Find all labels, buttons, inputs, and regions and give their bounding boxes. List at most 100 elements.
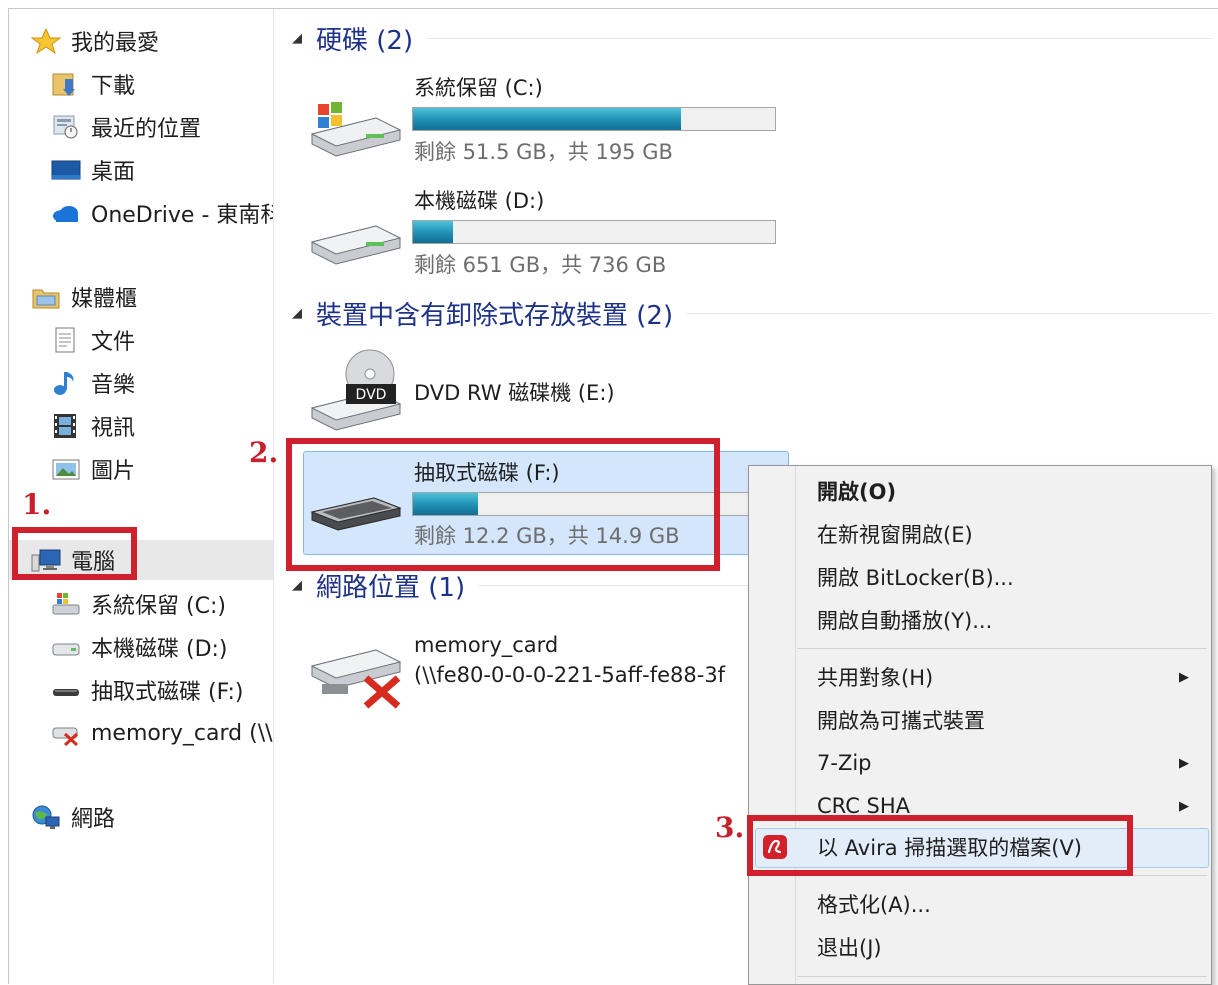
document-icon [51, 327, 81, 353]
disconnected-network-drive-icon [51, 720, 81, 747]
sidebar-item-drive-f[interactable]: 抽取式磁碟 (F:) [51, 672, 244, 708]
menu-item-label: 在新視窗開啟(E) [817, 523, 973, 547]
network-icon [31, 804, 61, 830]
submenu-arrow-icon: ▶ [1179, 669, 1189, 685]
sidebar-item-label: 抽取式磁碟 (F:) [91, 680, 244, 705]
windows-system-drive-icon [306, 100, 402, 164]
group-header-label: 硬碟 (2) [316, 25, 414, 56]
menu-item-label: 共用對象(H) [817, 666, 934, 690]
context-menu[interactable]: 開啟(O) 在新視窗開啟(E) 開啟 BitLocker(B)... 開啟自動播… [748, 465, 1212, 985]
collapse-triangle-icon[interactable]: ◢ [292, 306, 302, 321]
menu-item-label: 7-Zip [817, 751, 872, 775]
removable-drive-icon [51, 677, 81, 703]
sidebar-item-label: 最近的位置 [91, 117, 202, 142]
menu-separator [797, 648, 1207, 649]
sidebar-item-label: memory_card (\\fe80 [91, 720, 273, 746]
drive-d-name[interactable]: 本機磁碟 (D:) [414, 185, 544, 215]
system-drive-icon [51, 591, 81, 617]
drive-c-usage-fill [413, 108, 681, 130]
menu-item-eject[interactable]: 退出(J) [749, 927, 1211, 967]
drive-d-usage-bar [412, 220, 776, 244]
sidebar-favorites[interactable]: 我的最愛 [30, 23, 160, 59]
sidebar-item-documents[interactable]: 文件 [51, 322, 135, 358]
group-divider [687, 312, 1212, 314]
sidebar-item-onedrive[interactable]: OneDrive - 東南科 [51, 195, 274, 231]
dvd-logo-text: DVD [356, 387, 387, 403]
drive-d-usage-fill [413, 221, 453, 243]
menu-item-bitlocker[interactable]: 開啟 BitLocker(B)... [749, 557, 1211, 597]
group-header-removable[interactable]: ◢ 裝置中含有卸除式存放裝置 (2) [292, 293, 1212, 333]
collapse-triangle-icon[interactable]: ◢ [292, 31, 302, 46]
menu-item-open-new-window[interactable]: 在新視窗開啟(E) [749, 514, 1211, 554]
group-header-label: 裝置中含有卸除式存放裝置 (2) [316, 300, 674, 331]
drive-c-free-space: 剩餘 51.5 GB，共 195 GB [414, 140, 673, 164]
dvd-drive-icon: DVD [306, 346, 402, 440]
sidebar-item-desktop[interactable]: 桌面 [51, 152, 135, 188]
sidebar-network[interactable]: 網路 [31, 799, 115, 835]
sidebar-favorites-label: 我的最愛 [71, 31, 160, 56]
sidebar-item-recent[interactable]: 最近的位置 [51, 109, 201, 145]
sidebar-item-downloads[interactable]: 下載 [51, 66, 135, 102]
annotation-box-drive-f [286, 438, 720, 571]
music-note-icon [51, 370, 81, 396]
sidebar-item-memory-card[interactable]: memory_card (\\fe80 [51, 715, 273, 751]
sidebar-item-label: OneDrive - 東南科 [91, 203, 274, 228]
drive-d-free-space: 剩餘 651 GB，共 736 GB [414, 253, 667, 277]
sidebar-item-videos[interactable]: 視訊 [51, 408, 135, 444]
sidebar-item-label: 音樂 [91, 373, 136, 398]
annotation-step-2: 2. [249, 436, 279, 469]
sidebar-item-label: 本機磁碟 (D:) [91, 637, 228, 662]
drive-e-name[interactable]: DVD RW 磁碟機 (E:) [414, 377, 615, 407]
sidebar-item-drive-d[interactable]: 本機磁碟 (D:) [51, 629, 228, 665]
menu-item-open[interactable]: 開啟(O) [749, 471, 1211, 511]
picture-icon [51, 456, 81, 482]
film-strip-icon [51, 413, 81, 439]
recent-places-icon [51, 114, 81, 140]
sidebar-libraries-label: 媒體櫃 [71, 287, 138, 312]
sidebar-item-drive-c[interactable]: 系統保留 (C:) [51, 586, 226, 622]
desktop-icon [51, 157, 81, 183]
menu-item-label: 格式化(A)... [817, 893, 931, 917]
annotation-step-1: 1. [22, 488, 52, 521]
sidebar-item-pictures[interactable]: 圖片 [51, 451, 135, 487]
libraries-icon [31, 284, 61, 310]
drive-c-name[interactable]: 系統保留 (C:) [414, 72, 543, 102]
annotation-step-3: 3. [715, 811, 745, 844]
memory-card-path: (\\fe80-0-0-0-221-5aff-fe88-3f [414, 663, 726, 687]
sidebar-item-label: 文件 [91, 330, 136, 355]
sidebar-item-label: 系統保留 (C:) [91, 594, 226, 619]
menu-item-label: 開啟為可攜式裝置 [817, 709, 985, 733]
menu-item-share-with[interactable]: 共用對象(H) ▶ [749, 657, 1211, 697]
group-header-hard-disks[interactable]: ◢ 硬碟 (2) [292, 18, 1212, 58]
menu-item-7zip[interactable]: 7-Zip ▶ [749, 743, 1211, 783]
group-header-label: 網路位置 (1) [316, 572, 466, 603]
memory-card-name[interactable]: memory_card [414, 633, 558, 657]
sidebar-item-music[interactable]: 音樂 [51, 365, 135, 401]
star-icon [30, 27, 62, 55]
menu-item-format[interactable]: 格式化(A)... [749, 884, 1211, 924]
menu-item-open-portable[interactable]: 開啟為可攜式裝置 [749, 700, 1211, 740]
group-divider [427, 37, 1212, 39]
sidebar-item-label: 圖片 [91, 459, 136, 484]
annotation-box-avira [747, 815, 1133, 876]
menu-item-label: 退出(J) [817, 936, 882, 960]
hard-disk-drive-icon [306, 214, 402, 274]
hard-disk-icon [51, 634, 81, 660]
collapse-triangle-icon[interactable]: ◢ [292, 578, 302, 593]
sidebar-network-label: 網路 [71, 807, 116, 832]
submenu-arrow-icon: ▶ [1179, 798, 1189, 814]
sidebar-libraries[interactable]: 媒體櫃 [31, 279, 137, 315]
menu-separator [797, 976, 1207, 977]
submenu-arrow-icon: ▶ [1179, 755, 1189, 771]
disconnected-network-drive-icon [306, 640, 406, 714]
drive-c-usage-bar [412, 107, 776, 131]
downloads-folder-icon [51, 71, 81, 97]
menu-item-label: 開啟自動播放(Y)... [817, 609, 993, 633]
sidebar-item-label: 視訊 [91, 416, 136, 441]
menu-item-autoplay[interactable]: 開啟自動播放(Y)... [749, 600, 1211, 640]
sidebar-item-label: 桌面 [91, 160, 136, 185]
sidebar-item-label: 下載 [91, 74, 136, 99]
annotation-box-computer [12, 527, 137, 580]
menu-item-label: 開啟 BitLocker(B)... [817, 566, 1014, 590]
menu-item-label: 開啟(O) [817, 480, 897, 504]
